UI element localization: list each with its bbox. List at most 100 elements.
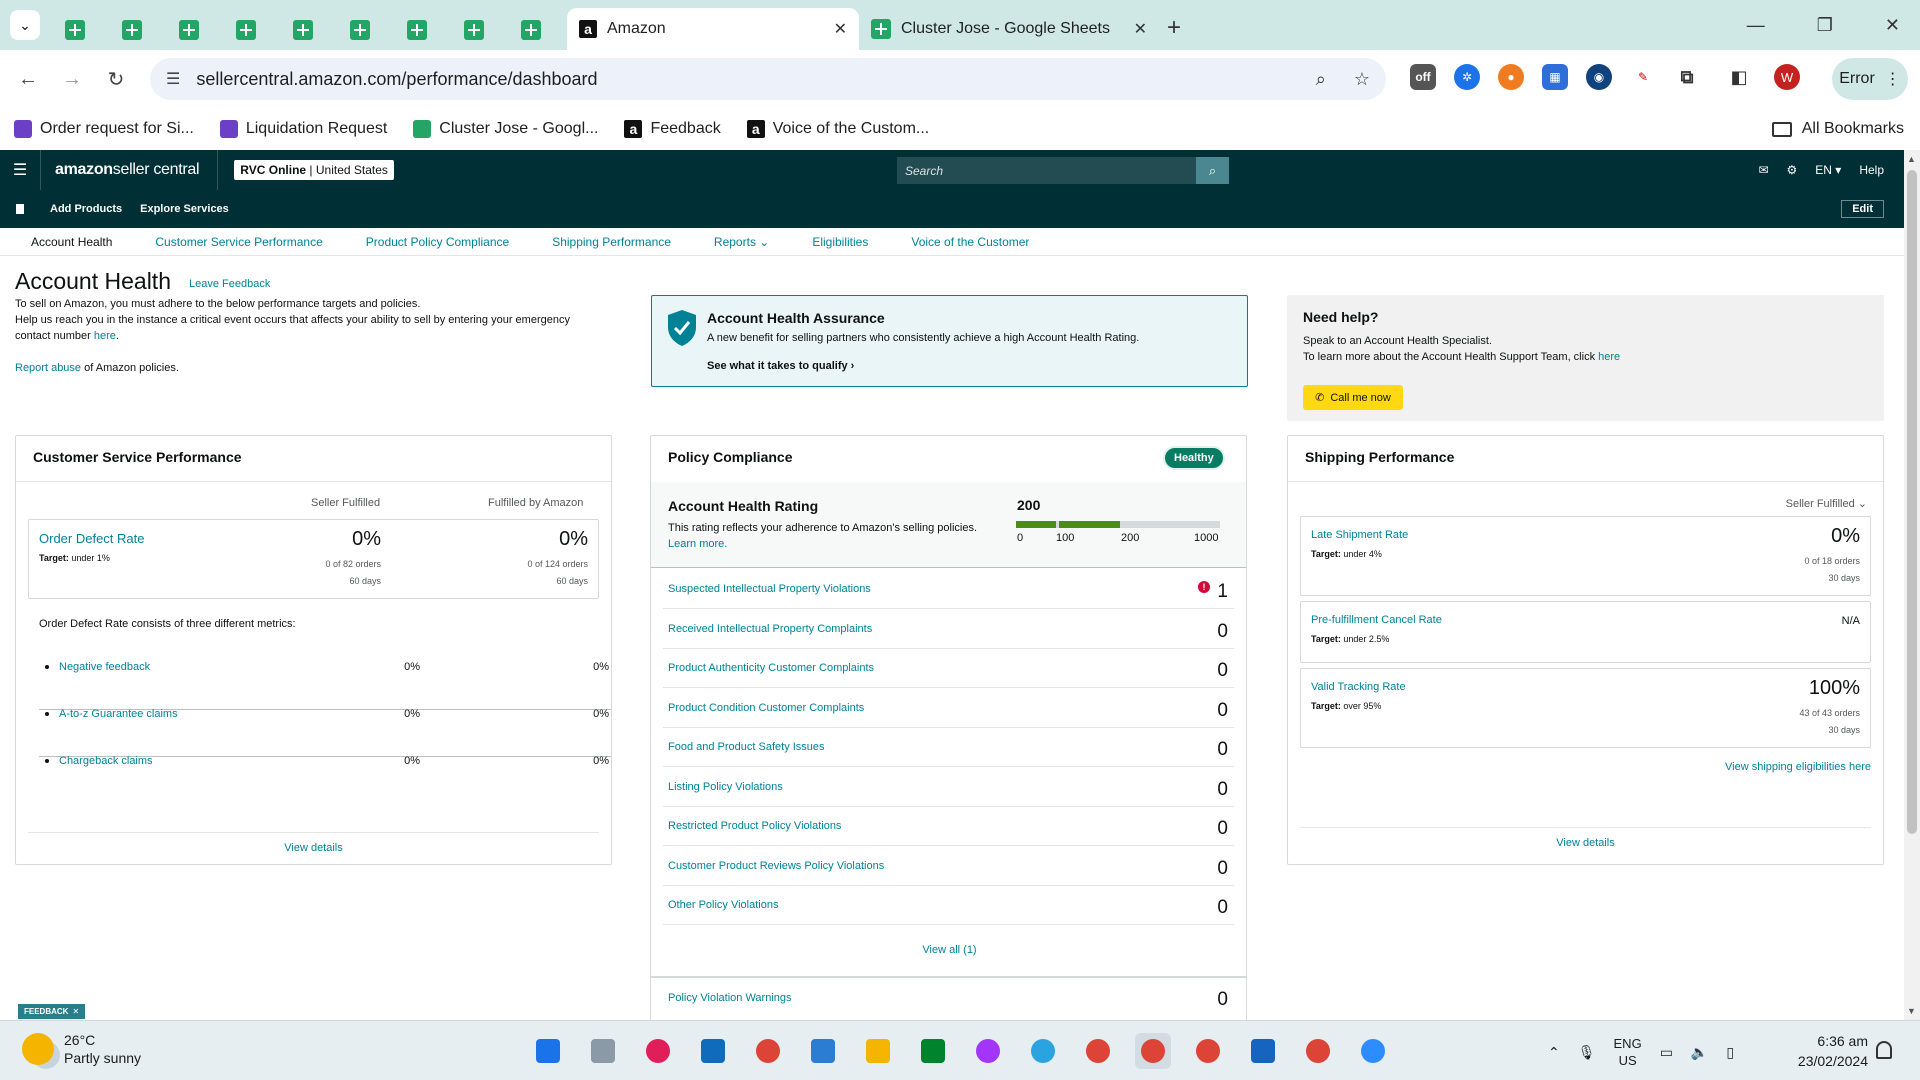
policy-link[interactable]: Restricted Product Policy Violations — [668, 820, 841, 832]
omnibox[interactable]: ☰ sellercentral.amazon.com/performance/d… — [150, 58, 1386, 100]
policy-link[interactable]: Food and Product Safety Issues — [668, 741, 825, 753]
scroll-thumb[interactable] — [1907, 170, 1917, 834]
site-info-icon[interactable]: ☰ — [166, 69, 180, 89]
pinned-tab[interactable] — [388, 10, 445, 50]
policy-link[interactable]: Product Authenticity Customer Complaints — [668, 662, 874, 674]
pinned-tab[interactable] — [46, 10, 103, 50]
pinned-tab[interactable] — [274, 10, 331, 50]
shipping-metric-link[interactable]: Pre-fulfillment Cancel Rate — [1311, 614, 1442, 626]
bookmark-item[interactable]: Order request for Si... — [14, 120, 194, 138]
metric-link[interactable]: Negative feedback — [59, 661, 150, 673]
close-tab-icon[interactable]: ✕ — [1134, 19, 1147, 39]
help-link[interactable]: Help — [1859, 163, 1884, 177]
battery-icon[interactable]: ▯ — [1726, 1044, 1734, 1061]
extension-icon[interactable]: ▦ — [1542, 64, 1568, 90]
scroll-down-icon[interactable]: ▼ — [1907, 1006, 1916, 1016]
close-window-icon[interactable]: ✕ — [1885, 15, 1900, 36]
mail-icon[interactable]: ✉ — [1758, 163, 1768, 177]
page-scrollbar[interactable]: ▲ ▼ — [1904, 150, 1920, 1020]
all-bookmarks-button[interactable]: All Bookmarks — [1771, 120, 1904, 138]
shipping-eligibilities-link[interactable]: View shipping eligibilities here — [1725, 761, 1871, 773]
policy-link[interactable]: Other Policy Violations — [668, 899, 778, 911]
metric-link[interactable]: Chargeback claims — [59, 755, 153, 767]
tab-google-sheets[interactable]: Cluster Jose - Google Sheets ✕ — [859, 8, 1159, 50]
close-icon[interactable]: ✕ — [72, 1007, 79, 1016]
extensions-puzzle-icon[interactable]: ⧉ — [1674, 64, 1700, 90]
shipping-view-details-link[interactable]: View details — [1288, 837, 1883, 849]
notepad-app[interactable] — [805, 1033, 841, 1069]
explore-services-link[interactable]: Explore Services — [140, 203, 229, 215]
back-icon[interactable]: ← — [6, 68, 50, 91]
bookmark-item[interactable]: Liquidation Request — [219, 120, 387, 138]
zoom-app[interactable] — [1355, 1033, 1391, 1069]
profile-avatar[interactable]: W — [1774, 64, 1800, 90]
shipping-metric-link[interactable]: Valid Tracking Rate — [1311, 681, 1406, 693]
extension-icon[interactable]: ✎ — [1630, 64, 1656, 90]
policy-link[interactable]: Customer Product Reviews Policy Violatio… — [668, 860, 884, 872]
language-indicator[interactable]: ENG US — [1614, 1035, 1642, 1069]
extension-icon[interactable]: ◉ — [1586, 64, 1612, 90]
hamburger-menu-icon[interactable]: ☰ — [0, 160, 40, 180]
perf-tab[interactable]: Reports ⌄ — [714, 235, 769, 249]
side-panel-icon[interactable]: ◧ — [1726, 64, 1752, 90]
order-defect-rate-link[interactable]: Order Defect Rate — [39, 531, 145, 546]
profile-error-button[interactable]: Error ⋮ — [1832, 58, 1908, 100]
support-team-link[interactable]: here — [1598, 351, 1620, 363]
learn-more-link[interactable]: Learn more. — [668, 538, 727, 550]
chrome-app[interactable] — [1135, 1033, 1171, 1069]
menu-dots-icon[interactable]: ⋮ — [1885, 69, 1901, 89]
rustdesk-app[interactable] — [1245, 1033, 1281, 1069]
pinned-tab[interactable] — [445, 10, 502, 50]
bookmark-item[interactable]: Cluster Jose - Googl... — [413, 120, 598, 138]
policy-link[interactable]: Product Condition Customer Complaints — [668, 702, 864, 714]
search-input[interactable]: Search — [897, 164, 1196, 178]
bookmark-star-icon[interactable]: ☆ — [1354, 69, 1370, 90]
file-viewer-app[interactable] — [585, 1033, 621, 1069]
perf-tab[interactable]: Customer Service Performance — [155, 235, 322, 249]
scroll-up-icon[interactable]: ▲ — [1907, 154, 1916, 164]
perf-tab[interactable]: Voice of the Customer — [911, 235, 1029, 249]
gear-icon[interactable]: ⚙ — [1787, 163, 1798, 177]
close-tab-icon[interactable]: ✕ — [834, 19, 847, 39]
minimize-icon[interactable]: — — [1747, 15, 1765, 36]
csp-view-details-link[interactable]: View details — [16, 842, 611, 854]
view-all-link[interactable]: View all (1) — [651, 944, 1248, 956]
telegram-app[interactable] — [1025, 1033, 1061, 1069]
policy-violation-warnings-link[interactable]: Policy Violation Warnings — [668, 992, 792, 1004]
metric-link[interactable]: A-to-z Guarantee claims — [59, 708, 178, 720]
edit-button[interactable]: Edit — [1841, 200, 1884, 218]
chrome-app[interactable] — [1080, 1033, 1116, 1069]
new-tab-icon[interactable]: + — [1167, 14, 1181, 42]
leave-feedback-link[interactable]: Leave Feedback — [189, 278, 270, 290]
policy-link[interactable]: Suspected Intellectual Property Violatio… — [668, 583, 871, 595]
restore-icon[interactable]: ❐ — [1817, 15, 1833, 36]
extension-icon[interactable]: ✲ — [1454, 64, 1480, 90]
microphone-icon[interactable]: 🎙 — [1578, 1044, 1596, 1061]
perf-tab[interactable]: Shipping Performance — [552, 235, 671, 249]
extension-icon[interactable]: ● — [1498, 64, 1524, 90]
perf-tab[interactable]: Account Health — [31, 235, 112, 249]
chrome-app[interactable] — [1190, 1033, 1226, 1069]
mail-app-app[interactable] — [695, 1033, 731, 1069]
report-abuse-link[interactable]: Report abuse — [15, 362, 81, 374]
emergency-contact-link[interactable]: here — [94, 330, 116, 342]
bookmark-icon[interactable] — [16, 204, 24, 214]
notification-bell-icon[interactable] — [1876, 1041, 1892, 1059]
clock[interactable]: 6:36 am 23/02/2024 — [1776, 1031, 1868, 1071]
zoom-icon[interactable]: ⌕ — [1316, 69, 1326, 90]
bookmark-item[interactable]: a Feedback — [624, 120, 721, 138]
perf-tab[interactable]: Product Policy Compliance — [366, 235, 509, 249]
chevron-up-icon[interactable]: ⌃ — [1548, 1044, 1560, 1061]
network-icon[interactable]: ▭ — [1660, 1044, 1673, 1061]
messenger-app[interactable] — [970, 1033, 1006, 1069]
weather-widget[interactable]: 26°C Partly sunny — [22, 1031, 141, 1067]
shipping-metric-link[interactable]: Late Shipment Rate — [1311, 529, 1408, 541]
pinned-tab[interactable] — [160, 10, 217, 50]
reload-icon[interactable]: ↻ — [94, 67, 138, 92]
off-extension-icon[interactable]: off — [1410, 64, 1436, 90]
store-selector[interactable]: RVC Online | United States — [234, 160, 394, 180]
pinned-tab[interactable] — [331, 10, 388, 50]
windows-start-app[interactable] — [530, 1033, 566, 1069]
fulfillment-filter-dropdown[interactable]: Seller Fulfilled ⌄ — [1786, 497, 1867, 510]
search-icon[interactable]: ⌕ — [1196, 157, 1229, 184]
